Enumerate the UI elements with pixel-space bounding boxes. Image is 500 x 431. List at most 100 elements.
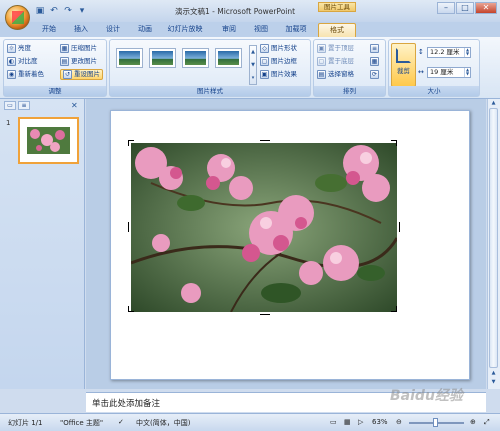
save-icon[interactable]: ▣ [35, 6, 45, 16]
resize-handle-w[interactable] [128, 222, 134, 232]
send-back-icon: ▢ [317, 57, 326, 66]
redo-icon[interactable]: ↷ [63, 6, 73, 16]
picture-shape-label: 图片形状 [271, 44, 297, 52]
resize-handle-n[interactable] [260, 140, 270, 146]
picture-style-1[interactable] [116, 48, 143, 68]
prev-slide-icon[interactable]: ▲ [488, 370, 499, 378]
picture-effects-button[interactable]: ▣ 图片效果 [260, 69, 297, 80]
resize-handle-e[interactable] [394, 222, 400, 232]
recolor-button[interactable]: ◉ 重新着色 [7, 69, 44, 80]
picture-tools-label: 图片工具 [318, 2, 356, 12]
crop-icon [396, 48, 411, 63]
picture-shape-button[interactable]: ◇ 图片形状 [260, 43, 297, 54]
recolor-icon: ◉ [7, 70, 16, 79]
height-icon: ↕ [418, 48, 424, 56]
tab-review[interactable]: 审阅 [218, 23, 240, 37]
scroll-up-icon[interactable]: ▲ [488, 100, 499, 108]
picture-style-2[interactable] [149, 48, 176, 68]
gallery-scroll[interactable]: ▲ ▼ ▾ [249, 45, 257, 85]
window-title: 演示文稿1 - Microsoft PowerPoint [175, 7, 296, 16]
group-adjust: ☼ 亮度 ◐ 对比度 ◉ 重新着色 ▦ 压缩图片 ▤ 更改图片 ↺ 重设图片 调整 [3, 39, 107, 97]
normal-view-icon[interactable]: ▭ [330, 418, 337, 426]
group-adjust-label: 调整 [4, 86, 106, 96]
tab-insert[interactable]: 插入 [70, 23, 92, 37]
group-arrange: ▣ 置于顶层 ▢ 置于底层 ▤ 选择窗格 ≡ ▦ ⟳ 排列 [313, 39, 386, 97]
group-picture-styles: ▲ ▼ ▾ ◇ 图片形状 ▢ 图片边框 ▣ 图片效果 图片样式 [109, 39, 311, 97]
height-input[interactable]: 12.2 厘米 ▲ ▼ [427, 47, 471, 58]
undo-icon[interactable]: ↶ [49, 6, 59, 16]
send-to-back-button[interactable]: ▢ 置于底层 [317, 56, 354, 67]
reset-picture-label: 重设图片 [74, 70, 100, 78]
group-arrange-label: 排列 [314, 86, 385, 96]
slides-panel: ▭ ≡ ✕ 1 [0, 99, 85, 389]
contrast-button[interactable]: ◐ 对比度 [7, 56, 38, 67]
fit-to-window-icon[interactable]: ⤢ [484, 418, 490, 427]
slideshow-view-icon[interactable]: ▷ [358, 418, 363, 426]
flower-photo[interactable] [131, 143, 397, 312]
width-spinner-icon[interactable]: ▲ ▼ [464, 68, 470, 77]
tab-slideshow[interactable]: 幻灯片放映 [164, 23, 206, 37]
maximize-button[interactable]: □ [456, 2, 474, 14]
picture-effects-label: 图片效果 [271, 70, 297, 78]
change-picture-icon: ▤ [60, 57, 69, 66]
slide-thumbnail[interactable] [18, 117, 79, 164]
zoom-level[interactable]: 63% [372, 418, 388, 426]
spellcheck-icon[interactable]: ✓ [118, 418, 124, 426]
slides-tab-icon[interactable]: ▭ [4, 101, 16, 110]
compress-button[interactable]: ▦ 压缩图片 [60, 43, 97, 54]
outline-tab-icon[interactable]: ≡ [18, 101, 30, 110]
bring-front-icon: ▣ [317, 44, 326, 53]
panel-close-icon[interactable]: ✕ [71, 101, 78, 110]
zoom-out-icon[interactable]: ⊖ [396, 418, 402, 426]
bring-to-front-button[interactable]: ▣ 置于顶层 [317, 43, 354, 54]
minimize-button[interactable]: – [437, 2, 455, 14]
resize-handle-sw[interactable] [128, 306, 134, 312]
bring-front-label: 置于顶层 [328, 44, 354, 52]
recolor-label: 重新着色 [18, 70, 44, 78]
crop-button[interactable]: 裁剪 [391, 43, 416, 87]
selection-pane-button[interactable]: ▤ 选择窗格 [317, 69, 354, 80]
resize-handle-s[interactable] [260, 309, 270, 315]
status-bar: 幻灯片 1/1 "Office 主题" ✓ 中文(简体，中国) ▭ ▦ ▷ 63… [0, 413, 500, 431]
scrollbar-thumb[interactable] [489, 108, 498, 368]
zoom-slider-knob[interactable] [433, 418, 438, 427]
slide-number: 1 [6, 119, 11, 127]
office-button[interactable] [5, 5, 30, 30]
tab-design[interactable]: 设计 [102, 23, 124, 37]
resize-handle-ne[interactable] [391, 140, 397, 146]
brightness-label: 亮度 [18, 44, 31, 52]
ribbon: ☼ 亮度 ◐ 对比度 ◉ 重新着色 ▦ 压缩图片 ▤ 更改图片 ↺ 重设图片 调整 ▲ ▼ ▾ … [0, 37, 500, 99]
selection-pane-icon: ▤ [317, 70, 326, 79]
resize-handle-se[interactable] [391, 306, 397, 312]
next-slide-icon[interactable]: ▼ [488, 379, 499, 387]
zoom-in-icon[interactable]: ⊕ [470, 418, 476, 426]
width-input[interactable]: 19 厘米 ▲ ▼ [427, 67, 471, 78]
rotate-button[interactable]: ⟳ [370, 69, 379, 80]
tab-animation[interactable]: 动画 [134, 23, 156, 37]
flower-photo-image [131, 143, 397, 312]
close-button[interactable]: ✕ [475, 2, 497, 14]
compress-icon: ▦ [60, 44, 69, 53]
shape-icon: ◇ [260, 44, 269, 53]
customize-qat-icon[interactable]: ▾ [77, 6, 87, 16]
office-logo-icon [12, 11, 24, 24]
picture-style-4[interactable] [215, 48, 242, 68]
picture-border-button[interactable]: ▢ 图片边框 [260, 56, 297, 67]
panel-tabs: ▭ ≡ [4, 101, 30, 111]
sorter-view-icon[interactable]: ▦ [344, 418, 351, 426]
theme-name: "Office 主题" [60, 419, 104, 427]
reset-picture-button[interactable]: ↺ 重设图片 [60, 69, 103, 80]
height-spinner-icon[interactable]: ▲ ▼ [464, 48, 470, 57]
change-picture-button[interactable]: ▤ 更改图片 [60, 56, 97, 67]
tab-addins[interactable]: 加载项 [282, 23, 310, 37]
group-picture-styles-label: 图片样式 [110, 86, 310, 96]
align-button[interactable]: ≡ [370, 43, 379, 54]
tab-home[interactable]: 开始 [38, 23, 60, 37]
tab-view[interactable]: 视图 [250, 23, 272, 37]
picture-style-3[interactable] [182, 48, 209, 68]
quick-access-toolbar: ▣ ↶ ↷ ▾ [35, 4, 87, 18]
brightness-button[interactable]: ☼ 亮度 [7, 43, 31, 54]
resize-handle-nw[interactable] [128, 140, 134, 146]
group-objects-button[interactable]: ▦ [370, 56, 379, 67]
tab-format[interactable]: 格式 [318, 23, 356, 37]
